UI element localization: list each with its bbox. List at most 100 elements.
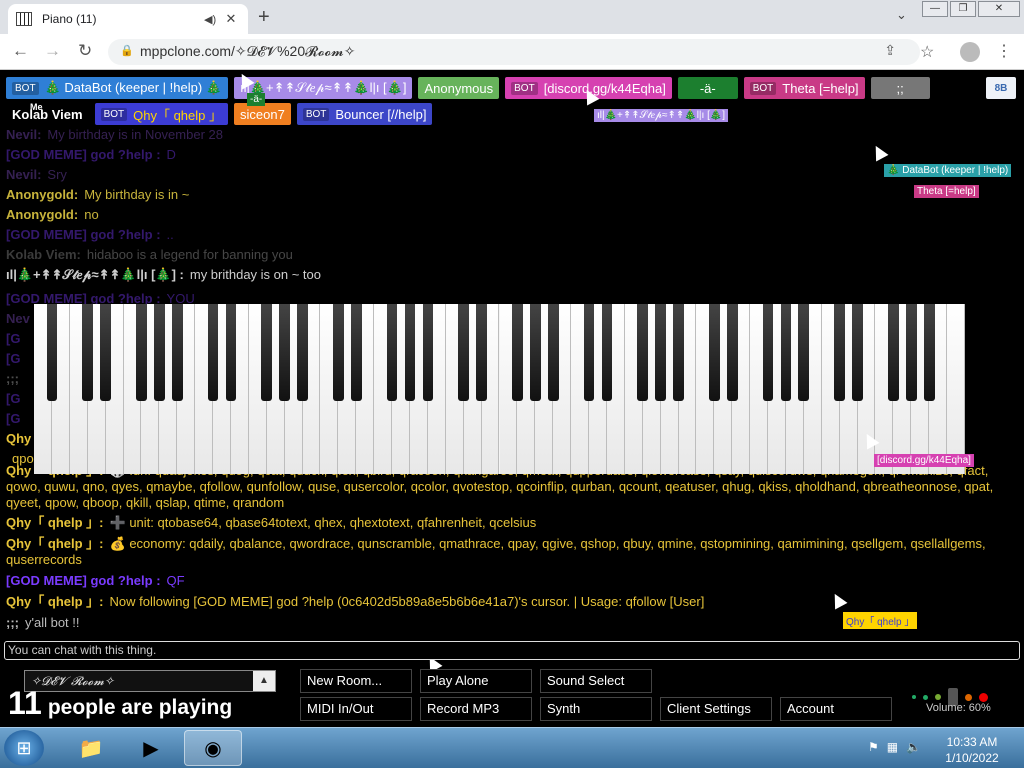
piano-black-key[interactable] — [637, 304, 649, 401]
chevron-up-icon[interactable]: ▲ — [253, 671, 275, 691]
url-field[interactable]: 🔒 mppclone.com/✧𝓓𝓔𝓥%20𝓡𝓸𝓸𝓶✧ ⇪ — [108, 39, 920, 65]
windows-start-icon[interactable]: ⊞ — [4, 730, 44, 766]
piano-black-key[interactable] — [852, 304, 863, 401]
bookmark-star-icon[interactable]: ☆ — [920, 42, 934, 62]
piano-black-key[interactable] — [708, 304, 720, 401]
volume-icon[interactable]: 🔈 — [906, 740, 921, 754]
address-bar: ← → ↻ 🔒 mppclone.com/✧𝓓𝓔𝓥%20𝓡𝓸𝓸𝓶✧ ⇪ ☆ ⋮ — [0, 34, 1024, 70]
record-mp3-button[interactable]: Record MP3 — [420, 697, 532, 721]
reload-icon[interactable]: ↻ — [78, 41, 92, 61]
player-nametag[interactable]: BOT Qhy「 qhelp 」 — [94, 103, 228, 125]
sound-select-button[interactable]: Sound Select — [540, 669, 652, 693]
piano-black-key[interactable] — [171, 304, 183, 401]
player-row-1: BOT 🎄 DataBot (keeper | !help) 🎄 ıl|🎄+↟↟𝒮𝓉… — [6, 77, 1016, 99]
piano-black-key[interactable] — [905, 304, 917, 401]
maximize-icon[interactable]: ❐ — [950, 1, 976, 17]
piano-black-key[interactable] — [225, 304, 237, 401]
piano-black-key[interactable] — [476, 304, 487, 401]
piano-black-key[interactable] — [82, 304, 94, 401]
piano-black-key[interactable] — [207, 304, 219, 401]
piano-white-key[interactable] — [947, 304, 965, 474]
taskbar-clock[interactable]: 10:33 AM 1/10/2022 — [932, 734, 1012, 766]
piano-black-key[interactable] — [261, 304, 273, 401]
piano-black-key[interactable] — [547, 304, 559, 401]
player-nametag[interactable]: BOT Bouncer [//help] — [296, 103, 433, 125]
player-nametag[interactable]: BOT 🎄 DataBot (keeper | !help) 🎄 — [6, 77, 228, 99]
piano-keyboard[interactable] — [34, 304, 965, 474]
synth-badge-button[interactable]: 8B — [986, 77, 1016, 99]
piano-black-key[interactable] — [279, 304, 291, 401]
piano-black-key[interactable] — [386, 304, 398, 401]
file-explorer-icon[interactable]: 📁 — [62, 730, 120, 766]
chat-text: no — [84, 207, 99, 222]
account-button[interactable]: Account — [780, 697, 892, 721]
piano-black-key[interactable] — [153, 304, 165, 401]
piano-black-key[interactable] — [798, 304, 810, 401]
play-alone-button[interactable]: Play Alone — [420, 669, 532, 693]
synth-button[interactable]: Synth — [540, 697, 652, 721]
piano-black-key[interactable] — [780, 304, 792, 401]
player-nametag[interactable]: Kolab Viem — [6, 103, 89, 125]
cursor-tag-qhy: Qhy「 qhelp 」 — [843, 612, 918, 629]
piano-black-key[interactable] — [100, 304, 111, 401]
chat-input[interactable]: You can chat with this thing. — [4, 641, 1020, 660]
piano-black-key[interactable] — [332, 304, 344, 401]
bot-badge: BOT — [302, 107, 330, 121]
close-tab-icon[interactable]: ✕ — [222, 11, 240, 27]
piano-black-key[interactable] — [726, 304, 738, 401]
browser-tab[interactable]: Piano (11) ◀) ✕ — [8, 4, 248, 34]
player-nametag[interactable]: siceon7 — [234, 103, 291, 125]
chat-message: [GOD MEME] god ?help :.. — [6, 225, 1018, 245]
piano-black-key[interactable] — [601, 304, 613, 401]
tab-title: Piano (11) — [42, 12, 97, 26]
piano-black-key[interactable] — [46, 304, 58, 401]
piano-black-key[interactable] — [888, 304, 899, 401]
close-window-icon[interactable]: ✕ — [978, 1, 1020, 17]
back-icon[interactable]: ← — [12, 41, 29, 61]
piano-black-key[interactable] — [350, 304, 362, 401]
player-nametag[interactable]: -ä- — [677, 77, 738, 99]
profile-avatar[interactable] — [960, 42, 980, 62]
piano-black-key[interactable] — [297, 304, 308, 401]
share-icon[interactable]: ⇪ — [884, 42, 896, 59]
media-player-icon[interactable]: ▶ — [122, 730, 180, 766]
chat-text: QF — [166, 573, 185, 588]
menu-kebab-icon[interactable]: ⋮ — [996, 41, 1012, 61]
tab-search-icon[interactable]: ⌄ — [896, 7, 907, 23]
chat-message: Anonygold: My birthday is in ~ — [6, 185, 1018, 205]
piano-black-key[interactable] — [655, 304, 666, 401]
client-settings-button[interactable]: Client Settings — [660, 697, 772, 721]
chat-text: 💰 economy: qdaily, qbalance, qwordrace, … — [6, 536, 986, 567]
minimize-icon[interactable]: — — [922, 1, 948, 17]
bot-badge: BOT — [749, 81, 777, 95]
piano-black-key[interactable] — [762, 304, 774, 401]
piano-black-key[interactable] — [673, 304, 684, 401]
chrome-icon[interactable]: ◉ — [184, 730, 242, 766]
new-tab-icon[interactable]: + — [258, 6, 270, 29]
new-room-button[interactable]: New Room... — [300, 669, 412, 693]
piano-black-key[interactable] — [458, 304, 470, 401]
chat-message: [GOD MEME] god ?help : QF — [6, 573, 1016, 589]
forward-icon[interactable]: → — [44, 41, 61, 61]
clock-time: 10:33 AM — [946, 735, 998, 749]
volume-dot — [912, 695, 916, 699]
piano-black-key[interactable] — [404, 304, 416, 401]
player-nametag[interactable]: ;; — [870, 77, 930, 99]
piano-black-key[interactable] — [512, 304, 523, 401]
piano-black-key[interactable] — [422, 304, 434, 401]
piano-black-key[interactable] — [529, 304, 541, 401]
midi-button[interactable]: MIDI In/Out — [300, 697, 412, 721]
piano-black-key[interactable] — [583, 304, 595, 401]
piano-black-key[interactable] — [834, 304, 846, 401]
volume-dot — [965, 693, 972, 701]
chat-author: [GOD MEME] god ?help : — [6, 573, 161, 588]
piano-black-key[interactable] — [136, 304, 147, 401]
speaker-icon[interactable]: ◀) — [204, 13, 222, 26]
bot-badge: BOT — [12, 81, 39, 95]
cursor-tag-theta: Theta [=help] — [914, 185, 979, 198]
player-nametag[interactable]: Anonymous — [418, 77, 500, 99]
piano-black-key[interactable] — [923, 304, 935, 401]
flag-icon[interactable]: ⚑ — [868, 740, 879, 754]
network-icon[interactable]: ▦ — [887, 740, 898, 754]
player-nametag[interactable]: BOT Theta [=help] — [743, 77, 865, 99]
